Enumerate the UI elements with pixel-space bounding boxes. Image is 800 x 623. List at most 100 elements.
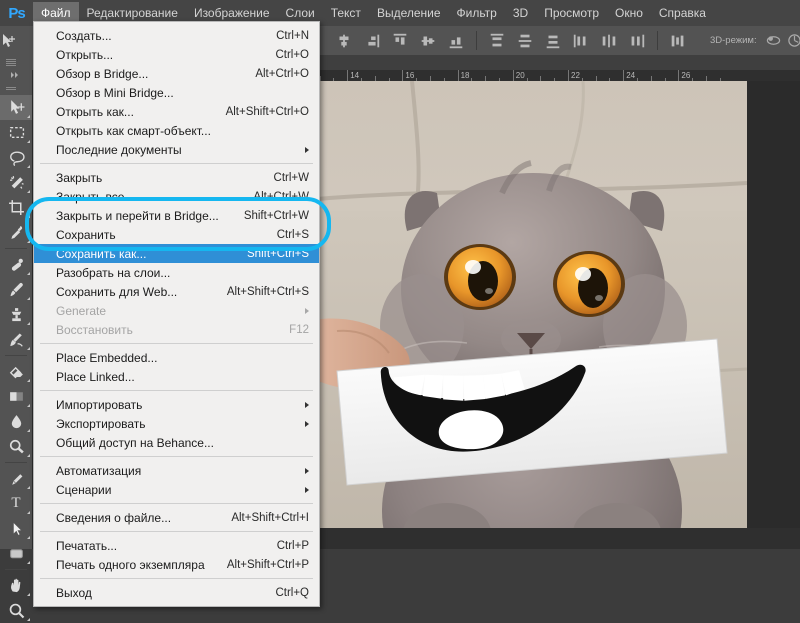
toolbar-grip[interactable] — [0, 55, 32, 69]
roll-3d-icon[interactable] — [787, 31, 800, 51]
lasso-tool[interactable] — [0, 145, 32, 170]
menu-item-shortcut: Alt+Shift+Ctrl+O — [225, 105, 309, 118]
path-selection-tool[interactable] — [0, 516, 32, 541]
menu-item-shortcut: Ctrl+N — [276, 29, 309, 42]
align-bottom-edges-icon[interactable] — [445, 31, 467, 51]
brush-tool[interactable] — [0, 277, 32, 302]
menu-item-обзор-в-mini-bridge[interactable]: Обзор в Mini Bridge... — [34, 83, 319, 102]
menu-item-создать[interactable]: Создать... Ctrl+N — [34, 26, 319, 45]
align-horizontal-centers-icon[interactable] — [333, 31, 355, 51]
distribute-vertical-center-icon[interactable] — [514, 31, 536, 51]
menu-separator-6 — [40, 531, 313, 532]
menu-separator-4 — [40, 456, 313, 457]
menu-item-label: Выход — [56, 585, 92, 600]
tool-options-corner-icon — [27, 215, 30, 218]
distribute-horizontal-center-icon[interactable] — [598, 31, 620, 51]
history-brush-tool[interactable] — [0, 327, 32, 352]
menubar-item-10[interactable]: Справка — [651, 2, 714, 24]
ruler-label: 22 — [571, 71, 580, 80]
menu-item-закрыть-все[interactable]: Закрыть все Alt+Ctrl+W — [34, 187, 319, 206]
file-menu-dropdown[interactable]: Создать... Ctrl+N Открыть... Ctrl+O Обзор в … — [33, 21, 320, 607]
menu-item-сохранить-как[interactable]: Сохранить как... Shift+Ctrl+S — [34, 244, 319, 263]
toolbar-grip-2 — [0, 81, 32, 95]
healing-brush-tool[interactable] — [0, 252, 32, 277]
menu-item-label: Открыть как смарт-объект... — [56, 123, 211, 138]
menubar-item-9[interactable]: Окно — [607, 2, 651, 24]
menu-item-shortcut: Alt+Ctrl+W — [253, 190, 309, 203]
distribute-left-icon[interactable] — [570, 31, 592, 51]
align-right-edges-icon[interactable] — [361, 31, 383, 51]
align-top-edges-icon[interactable] — [389, 31, 411, 51]
align-vertical-centers-icon[interactable] — [417, 31, 439, 51]
menubar-item-5[interactable]: Выделение — [369, 2, 449, 24]
dodge-tool[interactable] — [0, 434, 32, 459]
auto-align-icon[interactable] — [667, 31, 689, 51]
eraser-tool[interactable] — [0, 359, 32, 384]
menu-item-place-embedded[interactable]: Place Embedded... — [34, 348, 319, 367]
menu-item-label: Последние документы — [56, 142, 182, 157]
type-tool[interactable]: T — [0, 491, 32, 516]
ruler-tick — [457, 70, 459, 81]
menu-item-shortcut: Ctrl+Q — [275, 586, 309, 599]
tool-options-corner-icon — [27, 140, 30, 143]
move-tool[interactable] — [0, 95, 32, 120]
menubar-item-6[interactable]: Фильтр — [449, 2, 505, 24]
menu-item-label: Обзор в Mini Bridge... — [56, 85, 174, 100]
menu-item-открыть[interactable]: Открыть... Ctrl+O — [34, 45, 319, 64]
hand-tool[interactable] — [0, 573, 32, 598]
clone-stamp-tool[interactable] — [0, 302, 32, 327]
menu-item-выход[interactable]: Выход Ctrl+Q — [34, 583, 319, 602]
menu-item-открыть-как[interactable]: Открыть как... Alt+Shift+Ctrl+O — [34, 102, 319, 121]
current-tool-icon[interactable] — [0, 26, 16, 55]
document-image[interactable] — [317, 81, 747, 549]
crop-tool[interactable] — [0, 195, 32, 220]
menubar-item-4[interactable]: Текст — [323, 2, 369, 24]
menu-item-печатать[interactable]: Печатать... Ctrl+P — [34, 536, 319, 555]
ruler-tick — [512, 70, 514, 81]
submenu-arrow-icon — [305, 420, 309, 427]
ruler-label: 18 — [460, 71, 470, 80]
toolbar-collapse-button[interactable] — [0, 69, 32, 81]
gradient-tool[interactable] — [0, 384, 32, 409]
submenu-arrow-icon — [305, 307, 309, 314]
menu-item-обзор-в-bridge[interactable]: Обзор в Bridge... Alt+Ctrl+O — [34, 64, 319, 83]
menu-item-закрыть-и-перейти-в-bridge[interactable]: Закрыть и перейти в Bridge... Shift+Ctrl+… — [34, 206, 319, 225]
menubar-item-7[interactable]: 3D — [505, 2, 536, 24]
menu-item-сохранить[interactable]: Сохранить Ctrl+S — [34, 225, 319, 244]
menu-item-последние-документы[interactable]: Последние документы — [34, 140, 319, 159]
menu-item-label: Экспортировать — [56, 416, 146, 431]
menu-item-shortcut: Shift+Ctrl+S — [247, 247, 309, 260]
eyedropper-tool[interactable] — [0, 220, 32, 245]
menu-separator-3 — [40, 390, 313, 391]
menu-item-place-linked[interactable]: Place Linked... — [34, 367, 319, 386]
menu-item-label: Печать одного экземпляра — [56, 557, 205, 572]
menu-item-импортировать[interactable]: Импортировать — [34, 395, 319, 414]
menu-item-открыть-как-смарт-объект[interactable]: Открыть как смарт-объект... — [34, 121, 319, 140]
menu-item-закрыть[interactable]: Закрыть Ctrl+W — [34, 168, 319, 187]
menu-separator-1 — [40, 163, 313, 164]
menu-item-сведения-о-файле[interactable]: Сведения о файле... Alt+Shift+Ctrl+I — [34, 508, 319, 527]
orbit-3d-icon[interactable] — [766, 31, 781, 51]
blur-tool[interactable] — [0, 409, 32, 434]
menu-item-label: Закрыть — [56, 170, 103, 185]
ruler-tick — [678, 70, 680, 81]
rectangular-marquee-tool[interactable] — [0, 120, 32, 145]
menu-item-общий-доступ-на-behance[interactable]: Общий доступ на Behance... — [34, 433, 319, 452]
menu-item-сохранить-для-web[interactable]: Сохранить для Web... Alt+Shift+Ctrl+S — [34, 282, 319, 301]
menu-item-автоматизация[interactable]: Автоматизация — [34, 461, 319, 480]
submenu-arrow-icon — [305, 486, 309, 493]
menubar-item-8[interactable]: Просмотр — [536, 2, 607, 24]
distribute-bottom-icon[interactable] — [542, 31, 564, 51]
menu-item-разобрать-на-слои[interactable]: Разобрать на слои... — [34, 263, 319, 282]
menu-item-сценарии[interactable]: Сценарии — [34, 480, 319, 499]
rectangle-shape-tool[interactable] — [0, 541, 32, 566]
menu-item-экспортировать[interactable]: Экспортировать — [34, 414, 319, 433]
magic-wand-tool[interactable] — [0, 170, 32, 195]
distribute-top-icon[interactable] — [486, 31, 508, 51]
zoom-tool[interactable] — [0, 598, 32, 623]
distribute-right-icon[interactable] — [626, 31, 648, 51]
pen-tool[interactable] — [0, 466, 32, 491]
menu-item-label: Закрыть все — [56, 189, 125, 204]
ruler-label: 20 — [515, 71, 525, 80]
menu-item-печать-одного-экземпляра[interactable]: Печать одного экземпляра Alt+Shift+Ctrl+P — [34, 555, 319, 574]
